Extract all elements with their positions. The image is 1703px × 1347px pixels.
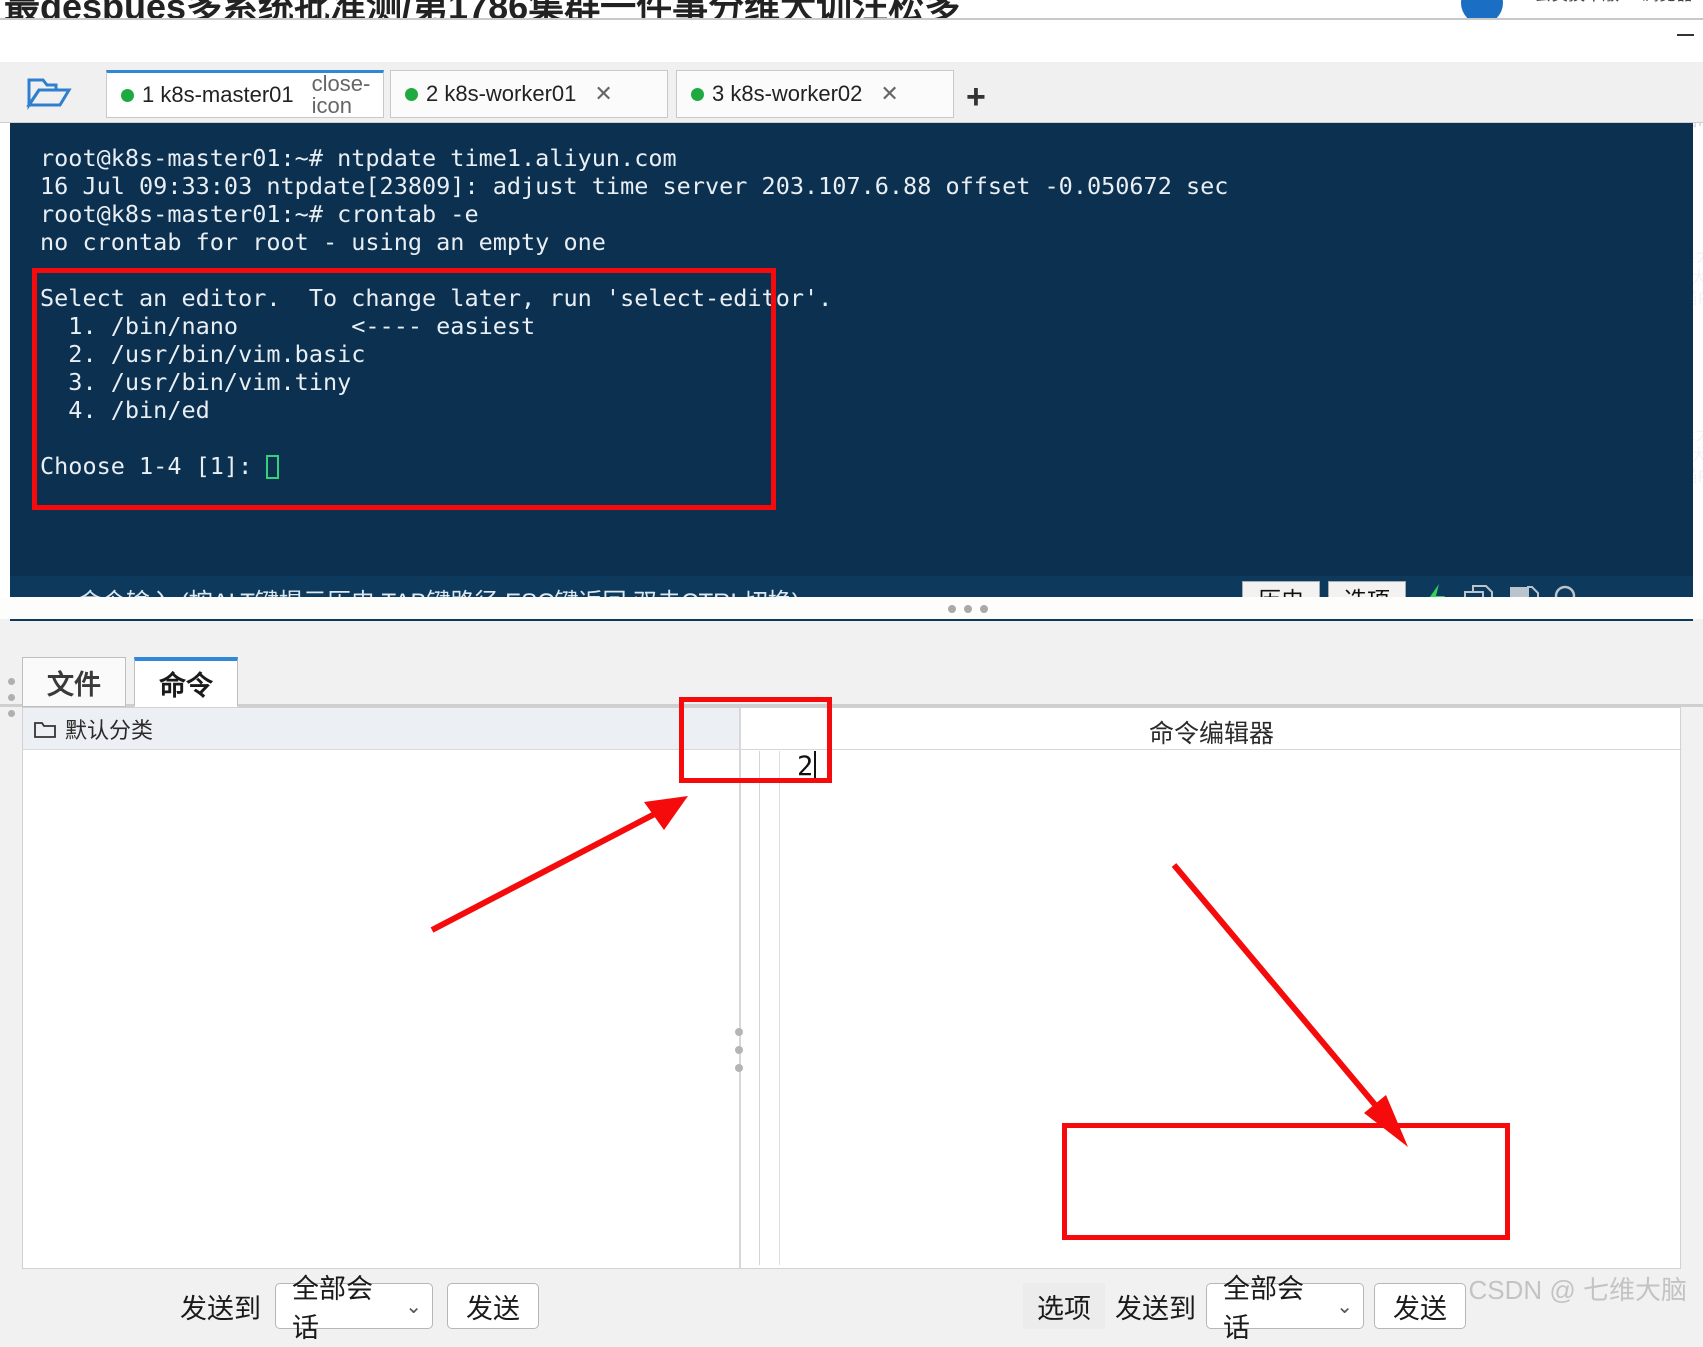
panel-tab-commands[interactable]: 命令 [134,657,238,707]
chevron-down-icon: ⌄ [405,1295,422,1318]
green-status-dot [405,87,418,101]
folder-icon [34,721,56,738]
close-icon[interactable]: ✕ [594,83,612,105]
open-folder-icon[interactable] [26,74,72,112]
panel-tab-underline [0,704,1703,707]
close-icon[interactable]: ✕ [880,83,898,105]
cut-off-header-right: 会员技术版 ▾ 浏览器 [1534,0,1693,5]
editor-gutter-line [759,751,760,1265]
green-status-dot [121,88,134,102]
send-to-label: 发送到 [180,1293,261,1324]
minimize-icon[interactable] [1675,25,1697,43]
command-editor-header: 命令编辑器 [741,708,1682,750]
corner-watermark: CSDN @ 七维大脑 [1468,1275,1687,1305]
panel-tab-files[interactable]: 文件 [22,657,126,707]
user-avatar [1461,0,1503,20]
vertical-splitter-dots-icon [735,1028,743,1082]
splitter-dots-icon [948,605,988,613]
send-target-select-right[interactable]: 全部会话 ⌄ [1206,1274,1364,1343]
terminal-prompt-text: Select an editor. To change later, run '… [40,284,833,480]
terminal-tab-label: 3 k8s-worker02 [712,81,863,106]
terminal-tab-label: 2 k8s-worker01 [426,81,577,106]
send-button-right[interactable]: 发送 [1374,1283,1466,1329]
terminal-editor-prompt: Select an editor. To change later, run '… [40,284,832,480]
terminal-tab-bar: 1 k8s-master01 close-icon 2 k8s-worker01… [0,62,1703,123]
left-action-row: 发送到 全部会话 ⌄ 发送 [180,1274,539,1343]
category-bar[interactable]: 默认分类 [23,708,739,750]
text-cursor-block [266,455,280,479]
panel-rail-handle[interactable] [8,678,15,726]
vertical-splitter[interactable] [739,708,741,1268]
green-status-dot [691,87,704,101]
chevron-down-icon: ⌄ [1336,1295,1353,1318]
command-editor-title: 命令编辑器 [1148,720,1274,748]
text-caret [814,751,817,781]
terminal-tab-0[interactable]: 1 k8s-master01 close-icon [106,70,384,118]
terminal-tab-2[interactable]: 3 k8s-worker02 ✕ [676,70,954,118]
cut-off-page-header: 最después多系统批准测/第1786集群一件事分维大训汪松多 会员技术版 ▾… [0,0,1703,20]
panel-body: 默认分类 命令编辑器 2 [22,707,1682,1269]
terminal-tab-label: 1 k8s-master01 [142,82,294,107]
command-editor-content: 2 [797,751,814,782]
right-action-row: 选项 发送到 全部会话 ⌄ 发送 [1023,1274,1466,1343]
options-button-bottom[interactable]: 选项 [1023,1283,1105,1329]
send-target-value-right: 全部会话 [1223,1274,1304,1343]
horizontal-splitter[interactable] [0,597,1703,619]
header-divider [0,18,1703,20]
send-to-label-right: 发送到 [1115,1293,1196,1324]
send-target-value: 全部会话 [292,1274,373,1343]
send-target-select[interactable]: 全部会话 ⌄ [275,1274,433,1343]
category-label: 默认分类 [65,717,154,743]
close-icon[interactable]: close-icon [312,73,373,117]
cut-off-page-title: 最después多系统批准测/第1786集群一件事分维大训汪松多 [4,0,960,20]
plus-icon[interactable]: + [966,80,986,114]
screen-root: 最después多系统批准测/第1786集群一件事分维大训汪松多 会员技术版 ▾… [0,0,1703,1347]
terminal-output[interactable]: root@k8s-master01:~# ntpdate time1.aliyu… [10,122,1693,597]
command-editor-textarea[interactable]: 2 [779,751,979,831]
terminal-tab-1[interactable]: 2 k8s-worker01 ✕ [390,70,668,118]
terminal-lines-before: root@k8s-master01:~# ntpdate time1.aliyu… [40,144,1229,256]
send-button[interactable]: 发送 [447,1283,539,1329]
